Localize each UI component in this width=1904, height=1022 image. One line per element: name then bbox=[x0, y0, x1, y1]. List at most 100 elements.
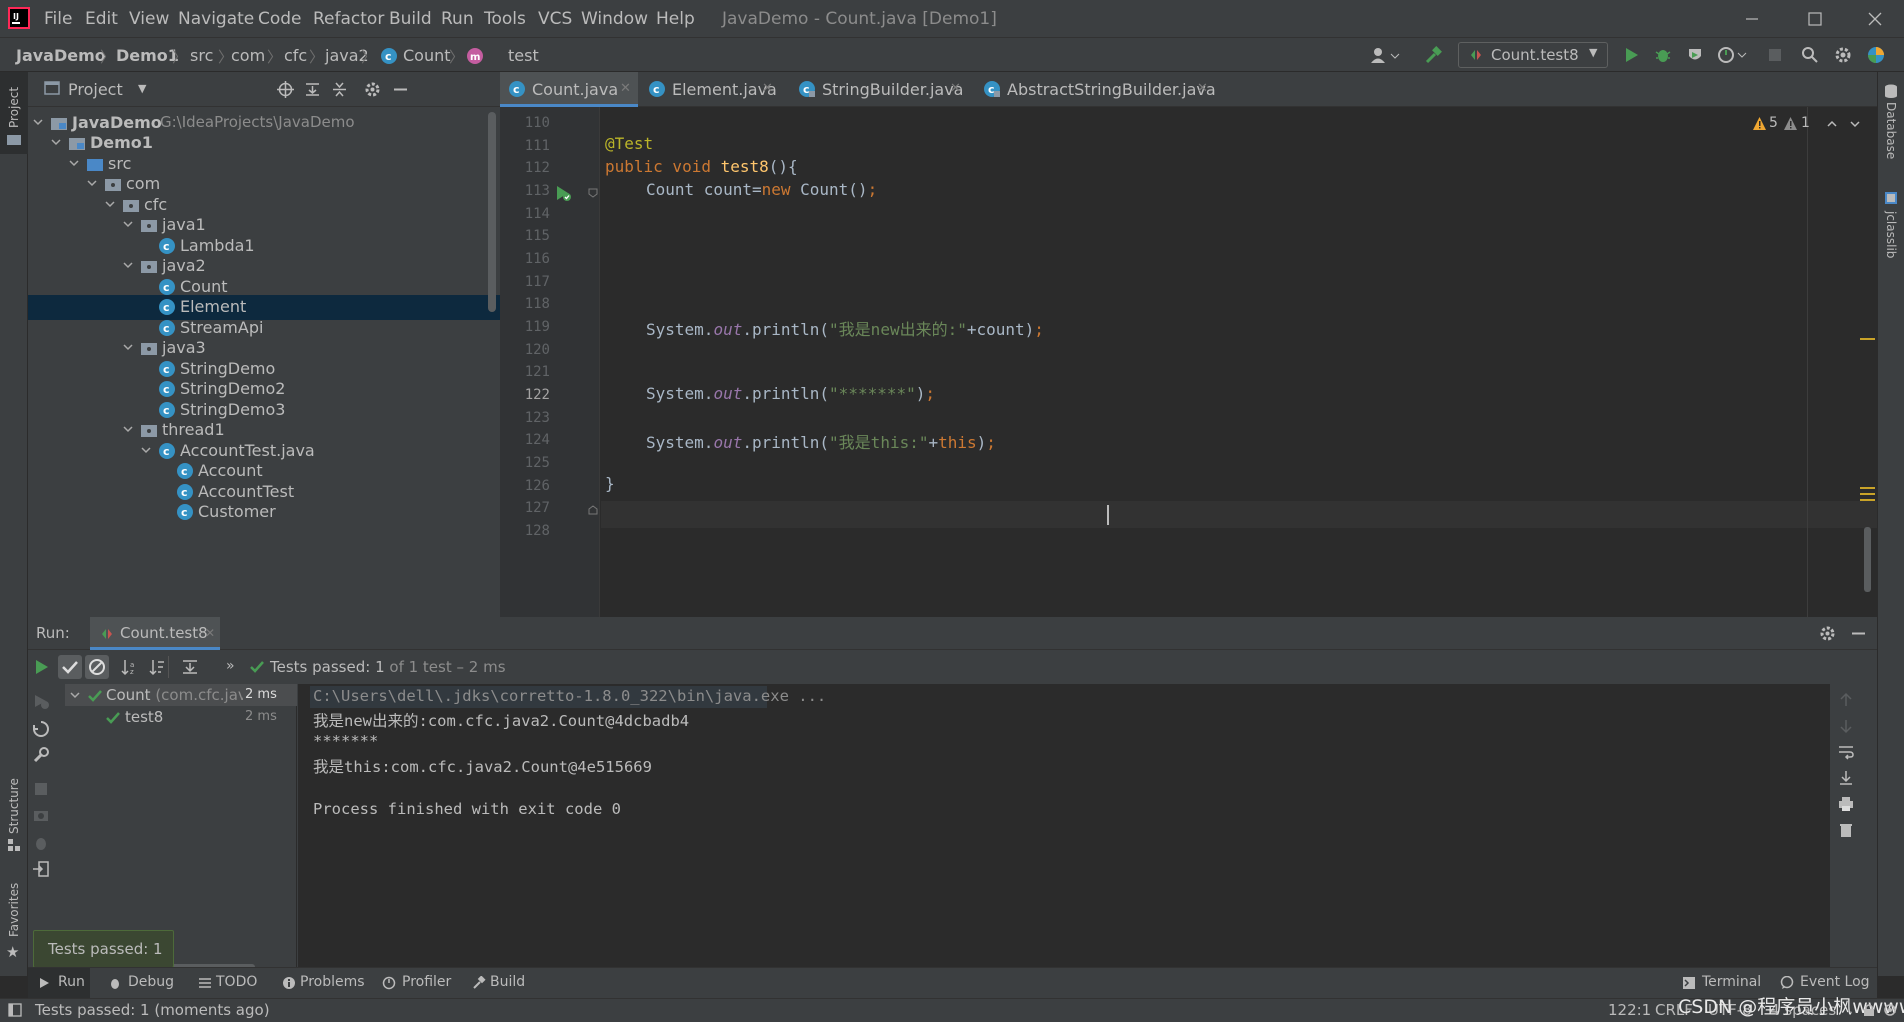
code-line-114[interactable]: Count count=new Count(); bbox=[646, 180, 877, 199]
breadcrumb-project[interactable]: JavaDemo bbox=[16, 46, 106, 65]
chevron-down-icon[interactable] bbox=[140, 444, 152, 456]
hide-panel-icon[interactable] bbox=[1850, 625, 1867, 642]
warning-stripe-mark[interactable] bbox=[1860, 338, 1875, 340]
print-icon[interactable] bbox=[1838, 796, 1854, 812]
chevron-down-icon[interactable] bbox=[86, 177, 98, 189]
code-line-112[interactable]: @Test bbox=[605, 134, 653, 153]
project-tool-tab[interactable]: Project bbox=[0, 72, 28, 154]
console-line-command[interactable]: C:\Users\dell\.jdks\corretto-1.8.0_322\b… bbox=[313, 687, 826, 705]
tool-tab-problems[interactable]: Problems bbox=[282, 968, 372, 999]
menu-tools[interactable]: Tools bbox=[484, 9, 526, 29]
layout-toggle-icon[interactable] bbox=[8, 1003, 22, 1017]
show-ignored-toggle[interactable] bbox=[85, 655, 109, 679]
expand-all-icon[interactable] bbox=[181, 658, 199, 676]
close-tab-icon[interactable]: ✕ bbox=[620, 81, 631, 96]
menu-file[interactable]: File bbox=[44, 9, 72, 29]
more-actions-icon[interactable]: » bbox=[226, 658, 235, 674]
run-config-selector[interactable]: Count.test8 ▼ bbox=[1458, 42, 1608, 68]
breadcrumb-com[interactable]: com bbox=[231, 46, 265, 65]
hide-panel-icon[interactable] bbox=[392, 81, 409, 98]
tool-tab-build[interactable]: Build bbox=[472, 968, 542, 999]
profiler-icon[interactable] bbox=[1718, 46, 1748, 64]
up-arrow-icon[interactable] bbox=[1838, 692, 1854, 708]
tool-tab-run[interactable]: Run bbox=[28, 968, 90, 999]
chevron-down-icon[interactable] bbox=[122, 423, 134, 435]
memory-indicator-icon[interactable] bbox=[1882, 1003, 1898, 1017]
menu-edit[interactable]: Edit bbox=[85, 9, 118, 29]
toggle-auto-test-icon[interactable] bbox=[32, 720, 50, 738]
stop-icon[interactable] bbox=[1766, 46, 1784, 64]
breadcrumb-cfc[interactable]: cfc bbox=[284, 46, 307, 65]
plugin-logo-icon[interactable] bbox=[1866, 45, 1886, 65]
editor-scrollbar[interactable] bbox=[1864, 527, 1871, 592]
favorites-tool-tab[interactable]: Favorites ★ bbox=[0, 867, 28, 967]
chevron-down-icon[interactable] bbox=[122, 218, 134, 230]
tab-abstractstringbuilder-java[interactable]: c AbstractStringBuilder.java ✕ bbox=[975, 72, 1216, 107]
project-scrollbar[interactable] bbox=[488, 112, 496, 312]
warning-stripe-mark[interactable] bbox=[1860, 487, 1875, 489]
stop-icon[interactable] bbox=[32, 780, 50, 798]
tab-element-java[interactable]: c Element.java ✕ bbox=[640, 72, 779, 107]
menu-vcs[interactable]: VCS bbox=[538, 9, 572, 29]
tab-stringbuilder-java[interactable]: c StringBuilder.java ✕ bbox=[790, 72, 965, 107]
warning-stripe-mark[interactable] bbox=[1860, 493, 1875, 495]
close-window-button[interactable] bbox=[1855, 4, 1895, 34]
settings-gear-icon[interactable] bbox=[1834, 46, 1852, 64]
tab-count-java[interactable]: c Count.java ✕ bbox=[500, 72, 638, 107]
wrench-icon[interactable] bbox=[32, 746, 50, 764]
jclasslib-tool-tab[interactable]: jclasslib bbox=[1878, 187, 1904, 307]
fold-icon[interactable] bbox=[587, 504, 599, 516]
menu-refactor[interactable]: Refactor bbox=[313, 9, 384, 29]
structure-tool-tab[interactable]: Structure bbox=[0, 762, 28, 852]
status-message[interactable]: Tests passed: 1 (moments ago) bbox=[35, 1001, 270, 1019]
database-tool-tab[interactable]: Database bbox=[1878, 72, 1904, 172]
run-test-gutter-icon[interactable] bbox=[554, 184, 572, 202]
tool-tab-debug[interactable]: Debug bbox=[108, 968, 188, 999]
coverage-icon[interactable] bbox=[1686, 46, 1704, 64]
rerun-failed-icon[interactable] bbox=[32, 692, 50, 710]
collapse-all-icon[interactable] bbox=[331, 81, 348, 98]
build-hammer-icon[interactable] bbox=[1424, 46, 1442, 64]
breadcrumb-method[interactable]: test bbox=[508, 46, 539, 65]
menu-run[interactable]: Run bbox=[441, 9, 474, 29]
clear-trash-icon[interactable] bbox=[1838, 822, 1854, 838]
settings-gear-icon[interactable] bbox=[1819, 625, 1836, 642]
locate-target-icon[interactable] bbox=[277, 81, 294, 98]
menu-code[interactable]: Code bbox=[258, 9, 302, 29]
soft-wrap-icon[interactable] bbox=[1838, 744, 1854, 760]
caret-position[interactable]: 122:1 bbox=[1608, 1001, 1651, 1019]
close-tab-icon[interactable]: ✕ bbox=[205, 626, 215, 640]
console-output[interactable]: C:\Users\dell\.jdks\corretto-1.8.0_322\b… bbox=[298, 684, 1863, 976]
breadcrumb-module[interactable]: Demo1 bbox=[116, 46, 179, 65]
chevron-down-icon[interactable] bbox=[122, 341, 134, 353]
inspection-widget[interactable]: 5 1 bbox=[1752, 114, 1872, 136]
minimize-button[interactable] bbox=[1732, 4, 1772, 34]
chevron-down-icon[interactable] bbox=[50, 136, 62, 148]
code-line-120[interactable]: System.out.println("我是new出来的:"+count); bbox=[646, 316, 1044, 340]
run-icon[interactable] bbox=[1622, 46, 1640, 64]
warning-stripe-mark[interactable] bbox=[1860, 499, 1875, 501]
bug-icon[interactable] bbox=[32, 834, 50, 852]
chevron-down-icon[interactable] bbox=[104, 198, 116, 210]
close-tab-icon[interactable]: ✕ bbox=[1197, 81, 1208, 96]
tool-tab-profiler[interactable]: Profiler bbox=[382, 968, 462, 999]
close-tab-icon[interactable]: ✕ bbox=[950, 81, 961, 96]
menu-help[interactable]: Help bbox=[656, 9, 695, 29]
fold-icon[interactable] bbox=[587, 187, 599, 199]
breadcrumb-class[interactable]: Count bbox=[403, 46, 451, 65]
show-passed-toggle[interactable] bbox=[58, 655, 82, 679]
menu-view[interactable]: View bbox=[129, 9, 169, 29]
test-suite-row[interactable]: Count (com.cfc.java2 2 ms bbox=[65, 684, 297, 706]
chevron-down-icon[interactable]: ▼ bbox=[138, 82, 146, 95]
test-case-row[interactable]: test8 2 ms bbox=[65, 706, 297, 728]
run-tab-count-test8[interactable]: Count.test8 ✕ bbox=[90, 617, 220, 650]
tree-item-customer[interactable]: c Customer bbox=[28, 500, 500, 525]
scroll-to-end-icon[interactable] bbox=[1838, 770, 1854, 786]
project-view-label[interactable]: Project bbox=[68, 80, 123, 99]
settings-gear-icon[interactable] bbox=[364, 81, 381, 98]
code-line-127[interactable]: } bbox=[605, 474, 615, 493]
chevron-down-icon[interactable] bbox=[69, 689, 81, 701]
menu-navigate[interactable]: Navigate bbox=[178, 9, 254, 29]
tool-tab-todo[interactable]: TODO bbox=[198, 968, 268, 999]
rerun-icon[interactable] bbox=[32, 658, 50, 676]
